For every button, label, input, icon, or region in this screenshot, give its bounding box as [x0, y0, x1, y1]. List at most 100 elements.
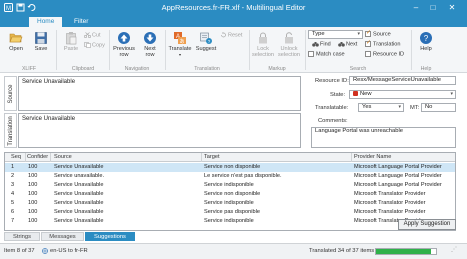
translation-progress-bar	[375, 248, 437, 255]
open-label: Open	[9, 46, 23, 52]
cut-button[interactable]: Cut	[83, 32, 101, 39]
cell-provider: Microsoft Language Portal Provider	[354, 182, 442, 188]
translation-vertical-tab[interactable]: Translation	[4, 113, 17, 148]
mt-field[interactable]: No	[421, 103, 456, 112]
source-box[interactable]	[365, 30, 371, 37]
cell-target: Service non disponible	[204, 191, 261, 197]
cell-source: Service Unavailable	[54, 191, 104, 197]
bottom-tab-bar: Strings Messages Suggestions	[4, 232, 224, 242]
column-header-source[interactable]: Source	[54, 154, 72, 160]
reset-button[interactable]: Reset	[220, 32, 242, 39]
group-label-xliff: XLIFF	[21, 66, 37, 72]
column-divider[interactable]	[201, 153, 202, 162]
paste-button[interactable]: Paste	[59, 31, 83, 52]
translatable-label: Translatable:	[315, 105, 349, 111]
cell-seq: 3	[11, 182, 15, 188]
tab-messages[interactable]: Messages	[41, 232, 84, 241]
match-case-box[interactable]	[308, 51, 314, 57]
group-label-markup: Markup	[268, 66, 286, 72]
cell-confidence: 100	[28, 218, 38, 224]
status-item-count: Item 8 of 37	[4, 248, 35, 254]
column-divider[interactable]	[25, 153, 26, 162]
column-header-provider[interactable]: Provider Name	[354, 154, 391, 160]
copy-button[interactable]: Copy	[84, 42, 105, 49]
previous-row-button[interactable]: Previous row	[112, 31, 136, 58]
ribbon: Open Save XLIFF Paste Cut Copy Clipboard…	[0, 27, 467, 73]
svg-text:あ: あ	[179, 39, 184, 45]
folder-open-icon	[9, 33, 23, 43]
scissors-icon	[83, 32, 92, 39]
match-case-checkbox[interactable]: Match case	[308, 51, 345, 58]
table-row[interactable]: 5 100 Service Unavailable Service indisponi…	[5, 199, 455, 208]
column-header-target[interactable]: Target	[204, 154, 220, 160]
resize-grip-icon[interactable]: ⋰	[451, 247, 457, 253]
search-input[interactable]: Type ▾	[308, 30, 363, 39]
find-next-label: Next	[346, 41, 358, 48]
table-row[interactable]: 3 100 Service Unavailable Service indisponi…	[5, 181, 455, 190]
apply-suggestion-button[interactable]: Apply Suggestion	[398, 219, 456, 230]
find-next-button[interactable]: Next	[338, 41, 357, 48]
resource-id-box[interactable]	[365, 51, 371, 57]
column-divider[interactable]	[50, 153, 51, 162]
binoculars-next-icon	[338, 41, 345, 47]
floppy-disk-icon	[35, 32, 47, 44]
table-row[interactable]: 4 100 Service Unavailable Service non dispo…	[5, 190, 455, 199]
chevron-down-icon: ▾	[178, 52, 181, 57]
resource-id-value: Resx/MessageServiceUnavailable	[353, 77, 441, 83]
copy-icon	[84, 42, 91, 48]
chevron-down-icon[interactable]: ▾	[357, 31, 360, 38]
table-row[interactable]: 7 100 Service Unavailable Service indisponi…	[5, 217, 455, 226]
cell-confidence: 100	[28, 173, 38, 179]
column-divider[interactable]	[351, 153, 352, 162]
unlock-selection-button[interactable]: Unlock selection	[276, 31, 302, 58]
resource-id-checkbox[interactable]: Resource ID	[365, 51, 404, 58]
translation-text-area[interactable]: Service Unavailable	[18, 113, 301, 148]
minimize-button[interactable]: –	[410, 2, 422, 13]
column-header-confidence[interactable]: Confider	[27, 154, 48, 160]
state-dropdown[interactable]: New ▾	[349, 90, 456, 99]
state-new-icon	[353, 91, 358, 96]
cell-provider: Microsoft Translator Provider	[354, 200, 426, 206]
group-label-clipboard: Clipboard	[71, 66, 95, 72]
table-row[interactable]: 2 100 Service unavailable. Le service n'est…	[5, 172, 455, 181]
find-button[interactable]: Find	[312, 41, 331, 48]
save-label: Save	[34, 46, 48, 52]
close-button[interactable]: ✕	[446, 2, 458, 13]
source-text-area[interactable]: Service Unavailable	[18, 76, 301, 111]
cell-provider: Microsoft Language Portal Provider	[354, 164, 442, 170]
tab-suggestions[interactable]: Suggestions	[85, 232, 135, 241]
open-button[interactable]: Open	[6, 31, 26, 52]
help-button[interactable]: ? Help	[415, 31, 437, 52]
mt-label: MT:	[410, 105, 420, 111]
translation-box[interactable]	[365, 40, 371, 47]
source-text: Service Unavailable	[22, 79, 76, 85]
ribbon-separator	[411, 30, 412, 70]
translate-button[interactable]: Aあ Translate ▾	[168, 31, 192, 58]
table-row[interactable]: 6 100 Service Unavailable Service pas dispo…	[5, 208, 455, 217]
suggest-label: Suggest	[195, 46, 217, 52]
next-row-label: Next row	[144, 46, 156, 58]
column-header-seq[interactable]: Seq	[11, 154, 21, 160]
source-vertical-tab[interactable]: Source	[4, 76, 17, 111]
group-label-help: Help	[420, 66, 432, 72]
resource-id-field[interactable]: Resx/MessageServiceUnavailable	[349, 76, 456, 85]
source-checkbox[interactable]: Source	[365, 30, 391, 38]
save-button[interactable]: Save	[30, 31, 52, 52]
tab-strings[interactable]: Strings	[4, 232, 40, 241]
tab-home[interactable]: Home	[29, 17, 63, 27]
cell-seq: 2	[11, 173, 15, 179]
state-label: State:	[330, 92, 346, 98]
comments-field[interactable]: Language Portal was unreachable	[311, 127, 456, 148]
ribbon-separator	[305, 30, 306, 70]
translatable-dropdown[interactable]: Yes ▾	[358, 103, 404, 112]
lock-selection-button[interactable]: Lock selection	[251, 31, 275, 58]
group-label-translation: Translation	[194, 66, 220, 72]
tab-filter[interactable]: Filter	[66, 17, 96, 27]
maximize-button[interactable]: □	[427, 2, 439, 13]
table-row[interactable]: 1 100 Service Unavailable Service non dispo…	[5, 163, 455, 172]
next-row-button[interactable]: Next row	[139, 31, 161, 58]
cell-source: Service Unavailable	[54, 209, 104, 215]
status-language: en-US to fr-FR	[50, 248, 88, 254]
translation-checkbox[interactable]: Translation	[365, 40, 400, 48]
suggest-button[interactable]: ? Suggest	[194, 31, 218, 52]
